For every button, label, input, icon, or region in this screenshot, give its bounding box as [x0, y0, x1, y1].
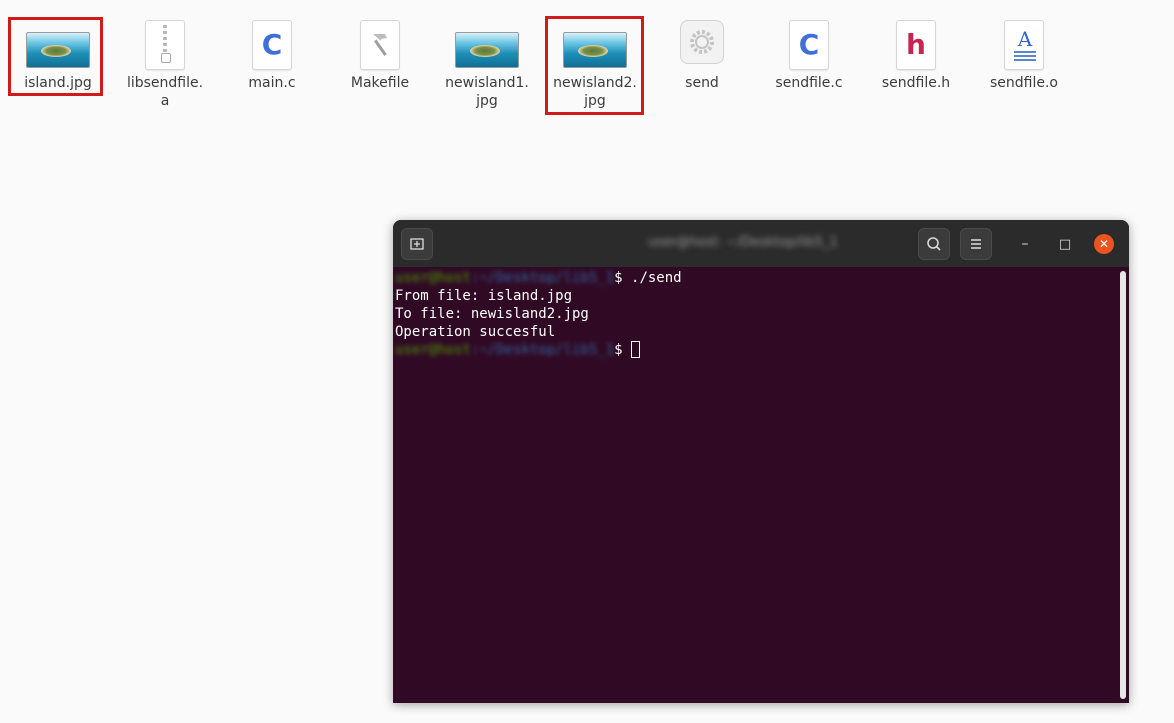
c-source-icon: C — [222, 18, 322, 70]
file-main-c[interactable]: C main.c — [222, 18, 322, 92]
prompt-path: :~/Desktop/lib5_1 — [470, 270, 615, 286]
maximize-button[interactable]: □ — [1054, 233, 1076, 255]
file-sendfile-o[interactable]: A sendfile.o — [974, 18, 1074, 92]
file-label: sendfile.o — [989, 75, 1058, 91]
terminal-window[interactable]: user@host: ~/Desktop/lib5_1 – □ ✕ user@h… — [393, 220, 1129, 703]
terminal-titlebar[interactable]: user@host: ~/Desktop/lib5_1 – □ ✕ — [393, 220, 1129, 267]
maximize-icon: □ — [1058, 236, 1072, 252]
file-label: sendfile.h — [881, 75, 951, 91]
hamburger-menu-icon — [971, 239, 981, 249]
executable-gear-icon — [652, 18, 752, 68]
file-label: libsendfile. a — [126, 75, 204, 109]
terminal-output[interactable]: user@host:~/Desktop/lib5_1$ ./send From … — [393, 267, 1129, 703]
file-newisland1-jpg[interactable]: newisland1. jpg — [437, 18, 537, 110]
terminal-title: user@host: ~/Desktop/lib5_1 — [648, 235, 838, 250]
file-sendfile-c[interactable]: C sendfile.c — [759, 18, 859, 92]
makefile-icon — [330, 18, 430, 70]
prompt-path: :~/Desktop/lib5_1 — [470, 342, 615, 358]
file-label: newisland1. jpg — [445, 75, 529, 109]
prompt-symbol: $ — [614, 270, 623, 286]
search-button[interactable] — [918, 228, 950, 260]
c-source-icon: C — [759, 18, 859, 70]
output-line: From file: island.jpg — [395, 288, 573, 304]
close-icon: ✕ — [1098, 237, 1110, 251]
menu-button[interactable] — [960, 228, 992, 260]
archive-icon — [115, 18, 215, 70]
output-line: To file: newisland2.jpg — [395, 306, 589, 322]
text-cursor — [631, 341, 641, 358]
highlight-box-island — [8, 17, 103, 96]
close-button[interactable]: ✕ — [1094, 234, 1114, 254]
current-prompt-line[interactable]: user@host:~/Desktop/lib5_1$ — [395, 341, 1127, 359]
file-send[interactable]: send — [652, 18, 752, 92]
c-header-icon: h — [866, 18, 966, 70]
command-text: ./send — [622, 270, 682, 286]
prompt-user: user@host — [395, 342, 471, 358]
file-label: sendfile.c — [775, 75, 843, 91]
file-libsendfile-a[interactable]: libsendfile. a — [115, 18, 215, 110]
prompt-symbol: $ — [614, 342, 623, 358]
new-tab-icon — [410, 238, 424, 250]
command-line: user@host:~/Desktop/lib5_1$ ./send — [395, 269, 1127, 287]
highlight-box-newisland2 — [545, 16, 644, 115]
file-makefile[interactable]: Makefile — [330, 18, 430, 92]
image-thumbnail-icon — [437, 18, 537, 68]
output-line: Operation succesful — [395, 324, 556, 340]
new-tab-button[interactable] — [401, 228, 433, 260]
minimize-icon: – — [1021, 236, 1029, 252]
search-icon — [927, 237, 941, 251]
terminal-scrollbar[interactable] — [1120, 271, 1126, 699]
prompt-user: user@host — [395, 270, 471, 286]
file-sendfile-h[interactable]: h sendfile.h — [866, 18, 966, 92]
object-file-icon: A — [974, 18, 1074, 70]
file-label: send — [685, 75, 719, 91]
file-label: main.c — [248, 75, 296, 91]
minimize-button[interactable]: – — [1014, 233, 1036, 255]
file-label: Makefile — [350, 75, 410, 91]
